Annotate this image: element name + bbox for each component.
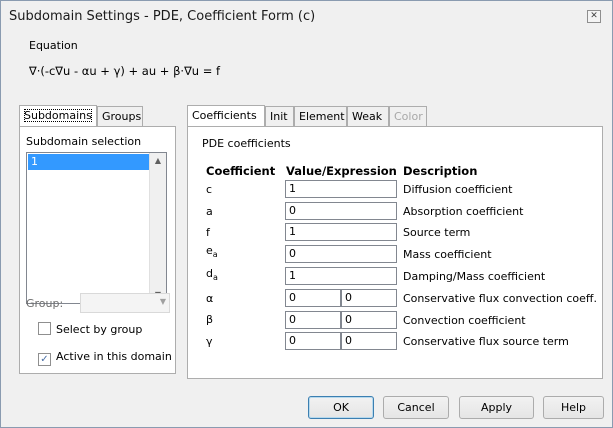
value-input-y[interactable]: 0 [341,332,397,350]
value-input[interactable]: 1 [285,223,397,241]
coef-symbol: α [206,292,213,305]
equation-legend: Equation [29,39,78,52]
tab-weak[interactable]: Weak [347,106,389,127]
subdomain-selection-legend: Subdomain selection [26,135,142,148]
subdomains-panel: Subdomain selection 1 ▲ ▼ Group: ▼ Selec… [19,126,176,374]
coef-description: Source term [403,226,471,239]
coef-symbol: β [206,313,213,326]
tab-coefficients-label: Coefficients [192,109,257,122]
subdomain-list[interactable]: 1 ▲ ▼ [26,152,167,304]
header-description: Description [403,164,478,178]
coef-symbol: c [206,183,212,196]
coef-e: e [206,244,213,257]
tab-init[interactable]: Init [265,106,294,127]
value-input[interactable]: 1 [285,267,397,285]
group-select[interactable]: ▼ [80,293,170,313]
value-input-x[interactable]: 0 [285,311,341,329]
header-value: Value/Expression [286,164,397,178]
coef-description: Absorption coefficient [403,205,524,218]
coef-symbol: a [206,205,213,218]
tab-color: Color [389,106,427,127]
active-in-domain-label: Active in this domain [56,350,172,363]
tab-subdomains-label: Subdomains [24,109,92,122]
window-title: Subdomain Settings - PDE, Coefficient Fo… [9,9,316,24]
tab-groups[interactable]: Groups [97,106,143,127]
select-by-group-label: Select by group [56,323,143,336]
coef-alpha: α [206,292,214,305]
coef-symbol: da [206,267,218,282]
value-input[interactable]: 0 [285,245,397,263]
value-input-x[interactable]: 0 [285,332,341,350]
active-in-domain-checkbox[interactable]: ✓ Active in this domain [38,350,172,366]
coef-symbol: γ [206,335,213,348]
chevron-down-icon: ▼ [159,297,166,306]
group-label: Group: [26,297,64,310]
tab-subdomains[interactable]: Subdomains [19,105,97,127]
equation-group: Equation ∇·(-c∇u - αu + γ) + au + β·∇u =… [19,34,603,97]
coef-description: Damping/Mass coefficient [403,270,546,283]
value-input-y[interactable]: 0 [341,289,397,307]
apply-button[interactable]: Apply [459,396,534,419]
value-input[interactable]: 1 [285,180,397,198]
tab-coefficients[interactable]: Coefficients [187,105,265,127]
check-icon[interactable]: ✓ [38,353,51,366]
pde-coefficients-legend: PDE coefficients [202,137,291,150]
coef-description: Diffusion coefficient [403,183,513,196]
coef-symbol: f [206,226,210,239]
coef-d: d [206,267,213,280]
close-button[interactable]: ✕ [587,10,601,23]
coef-description: Mass coefficient [403,248,492,261]
vertical-scrollbar[interactable]: ▲ ▼ [149,153,166,303]
tab-color-label: Color [394,110,423,123]
cancel-button[interactable]: Cancel [383,396,449,419]
coef-e-sub: a [212,250,218,260]
coef-a: a [206,205,213,218]
tab-element-label: Element [299,110,345,123]
coef-f: f [206,226,210,239]
coefficients-panel: PDE coefficients Coefficient Value/Expre… [187,126,603,379]
value-input-y[interactable]: 0 [341,311,397,329]
equation-text: ∇·(-c∇u - αu + γ) + au + β·∇u = f [29,64,221,78]
list-item[interactable]: 1 [28,154,152,170]
header-coefficient: Coefficient [206,164,276,178]
coef-description: Conservative flux source term [403,335,569,348]
coef-c: c [206,183,213,196]
coef-description: Convection coefficient [403,314,526,327]
tab-element[interactable]: Element [294,106,347,127]
checkbox-box[interactable] [38,322,51,335]
value-input-x[interactable]: 0 [285,289,341,307]
title-bar: Subdomain Settings - PDE, Coefficient Fo… [1,1,612,35]
dialog-window: Subdomain Settings - PDE, Coefficient Fo… [0,0,613,428]
select-by-group-checkbox[interactable]: Select by group [38,322,142,336]
coef-description: Conservative flux convection coeff. [403,292,597,305]
tab-groups-label: Groups [102,110,142,123]
value-input[interactable]: 0 [285,202,397,220]
coef-gamma: γ [206,335,213,348]
coef-symbol: ea [206,244,218,259]
coef-d-sub: a [212,273,218,283]
ok-button[interactable]: OK [308,396,374,419]
tab-weak-label: Weak [352,110,383,123]
up-arrow-icon[interactable]: ▲ [150,153,166,169]
tab-init-label: Init [270,110,288,123]
coef-beta: β [206,313,214,326]
help-button[interactable]: Help [543,396,604,419]
